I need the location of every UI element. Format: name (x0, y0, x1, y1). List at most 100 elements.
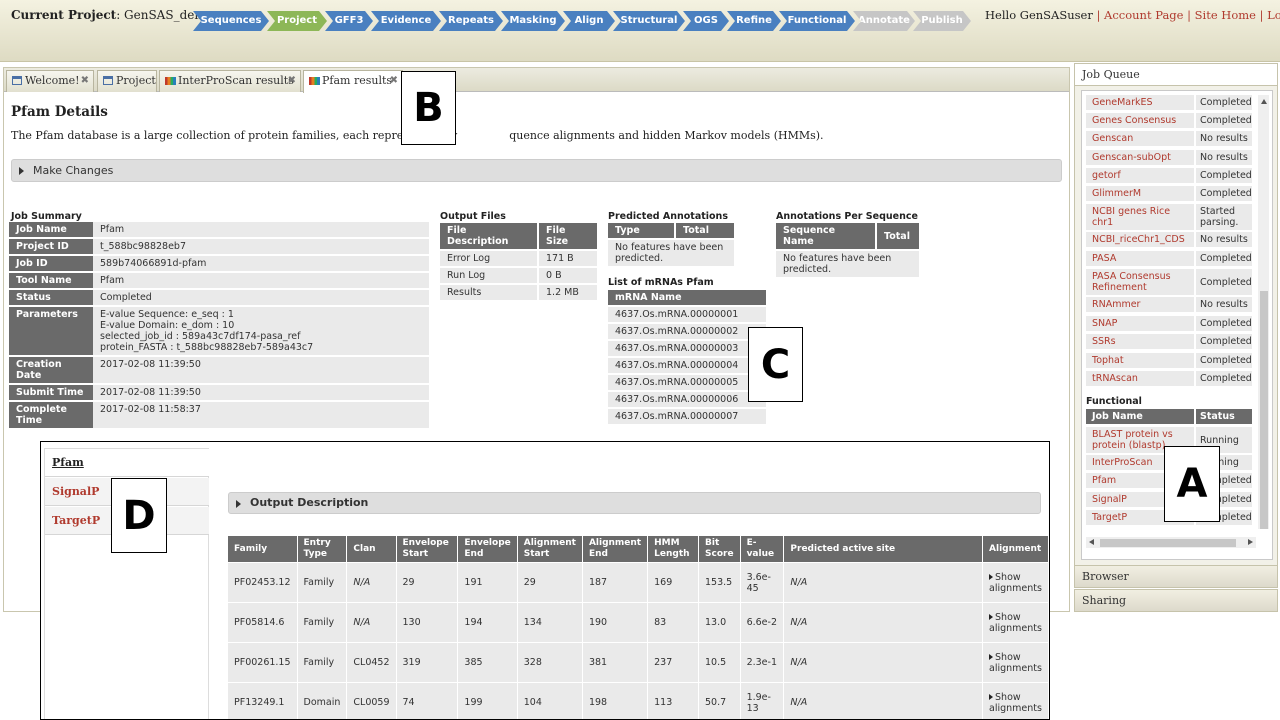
current-project: Current Project: GenSAS_demo (11, 8, 213, 22)
mrna-list[interactable]: mRNA Name 4637.Os.mRNA.00000001 4637.Os.… (606, 290, 768, 438)
step-refine[interactable]: Refine (727, 11, 781, 31)
step-evidence[interactable]: Evidence (371, 11, 441, 31)
cell: Family (297, 643, 347, 682)
results-link[interactable]: Results (440, 285, 537, 300)
mrna-link[interactable]: 4637.Os.mRNA.00000006 (608, 392, 766, 407)
tab-project[interactable]: Project (97, 70, 157, 92)
job-link[interactable]: GlimmerM (1086, 186, 1194, 201)
clan-link[interactable]: CL0059 (347, 683, 396, 719)
tab-interproscan-results[interactable]: InterProScan results ✖ (159, 70, 301, 92)
nav-pfam[interactable]: Pfam (45, 449, 209, 477)
run-log-link[interactable]: Run Log (440, 268, 537, 283)
close-icon[interactable]: ✖ (81, 71, 89, 91)
mrna-link[interactable]: 4637.Os.mRNA.00000002 (608, 324, 766, 339)
job-queue-header[interactable]: Job Queue (1074, 63, 1278, 86)
mrna-link[interactable]: 4637.Os.mRNA.00000001 (608, 307, 766, 322)
mrna-link[interactable]: 4637.Os.mRNA.00000003 (608, 341, 766, 356)
job-link[interactable]: Genes Consensus (1086, 113, 1194, 128)
list-item: 4637.Os.mRNA.00000006 (608, 392, 766, 407)
scroll-right-icon[interactable] (1248, 539, 1253, 545)
show-alignments-toggle[interactable]: Show alignments (983, 643, 1048, 682)
step-align[interactable]: Align (563, 11, 615, 31)
job-link[interactable]: RNAmmer (1086, 297, 1194, 312)
step-structural[interactable]: Structural (613, 11, 685, 31)
job-link[interactable]: PASA Consensus Refinement (1086, 269, 1194, 295)
sharing-header[interactable]: Sharing (1074, 589, 1278, 612)
step-functional[interactable]: Functional (779, 11, 855, 31)
make-changes-toggle[interactable]: Make Changes (11, 159, 1062, 182)
column-header: Envelope End (458, 536, 517, 562)
job-link[interactable]: Genscan-subOpt (1086, 150, 1194, 165)
browser-header[interactable]: Browser (1074, 565, 1278, 588)
mrna-link[interactable]: 4637.Os.mRNA.00000005 (608, 375, 766, 390)
family-link[interactable]: PF13249.1 (228, 683, 297, 719)
family-link[interactable]: PF00261.15 (228, 643, 297, 682)
column-header: Clan (347, 536, 396, 562)
show-alignments-toggle[interactable]: Show alignments (983, 563, 1048, 602)
table-header: Sequence Name Total (776, 223, 919, 249)
empty-message: No features have been predicted. (776, 251, 919, 277)
close-icon[interactable]: ✖ (390, 71, 398, 91)
job-status: Completed (1196, 316, 1252, 331)
annotations-per-sequence-table: Sequence Name Total No features have been… (774, 221, 921, 279)
show-alignments-toggle[interactable]: Show alignments (983, 683, 1048, 719)
tab-welcome[interactable]: Welcome! ✖ (6, 70, 94, 92)
marker-b: B (401, 71, 456, 145)
cell: 6.6e-2 (740, 603, 784, 642)
scroll-thumb[interactable] (1100, 539, 1236, 547)
job-status: Completed (1196, 353, 1252, 368)
tab-pfam-results[interactable]: Pfam results ✖ (303, 70, 403, 93)
account-page-link[interactable]: Account Page (1104, 8, 1183, 22)
scroll-left-icon[interactable] (1089, 539, 1094, 545)
clan-link[interactable]: CL0452 (347, 643, 396, 682)
cell: 29 (396, 563, 458, 602)
mrna-link[interactable]: 4637.Os.mRNA.00000007 (608, 409, 766, 424)
job-link[interactable]: tRNAscan (1086, 371, 1194, 386)
cell: 3.6e-45 (740, 563, 784, 602)
output-description-toggle[interactable]: Output Description (228, 492, 1041, 514)
vertical-scrollbar[interactable] (1258, 95, 1269, 529)
step-sequences[interactable]: Sequences (193, 11, 269, 31)
cell: Family (297, 603, 347, 642)
cell: 104 (517, 683, 582, 719)
cell: Domain (297, 683, 347, 719)
mrna-table: mRNA Name 4637.Os.mRNA.00000001 4637.Os.… (606, 290, 768, 426)
job-link[interactable]: Genscan (1086, 131, 1194, 146)
site-home-link[interactable]: Site Home (1195, 8, 1256, 22)
job-link[interactable]: NCBI_riceChr1_CDS (1086, 232, 1194, 247)
log-out-link[interactable]: Log out (1267, 8, 1280, 22)
job-link[interactable]: NCBI genes Rice chr1 (1086, 204, 1194, 230)
job-status: Completed (1196, 95, 1252, 110)
job-link[interactable]: PASA (1086, 251, 1194, 266)
value-cell: 2017-02-08 11:39:50 (93, 357, 429, 383)
table-row: Complete Time 2017-02-08 11:58:37 (9, 402, 429, 428)
step-gff3[interactable]: GFF3 (325, 11, 373, 31)
mrna-link[interactable]: 4637.Os.mRNA.00000004 (608, 358, 766, 373)
value-cell: 2017-02-08 11:58:37 (93, 402, 429, 428)
step-project[interactable]: Project (267, 11, 327, 31)
param-line: E-value Sequence: e_seq : 1 (100, 309, 234, 320)
cell: 50.7 (699, 683, 740, 719)
toggle-label: Show alignments (989, 651, 1042, 674)
job-link[interactable]: SSRs (1086, 334, 1194, 349)
step-ogs[interactable]: OGS (683, 11, 729, 31)
value-cell: 2017-02-08 11:39:50 (93, 385, 429, 400)
column-header: mRNA Name (608, 290, 766, 305)
step-repeats[interactable]: Repeats (439, 11, 503, 31)
scroll-up-icon[interactable] (1261, 99, 1267, 104)
step-masking[interactable]: Masking (501, 11, 565, 31)
error-log-link[interactable]: Error Log (440, 251, 537, 266)
family-link[interactable]: PF05814.6 (228, 603, 297, 642)
cell: 319 (396, 643, 458, 682)
cell: 153.5 (699, 563, 740, 602)
column-header: Total (676, 223, 734, 238)
scroll-thumb[interactable] (1260, 291, 1268, 529)
show-alignments-toggle[interactable]: Show alignments (983, 603, 1048, 642)
close-icon[interactable]: ✖ (288, 71, 296, 91)
job-link[interactable]: SNAP (1086, 316, 1194, 331)
job-link[interactable]: getorf (1086, 168, 1194, 183)
job-link[interactable]: Tophat (1086, 353, 1194, 368)
family-link[interactable]: PF02453.12 (228, 563, 297, 602)
horizontal-scrollbar[interactable] (1086, 537, 1256, 548)
job-link[interactable]: GeneMarkES (1086, 95, 1194, 110)
